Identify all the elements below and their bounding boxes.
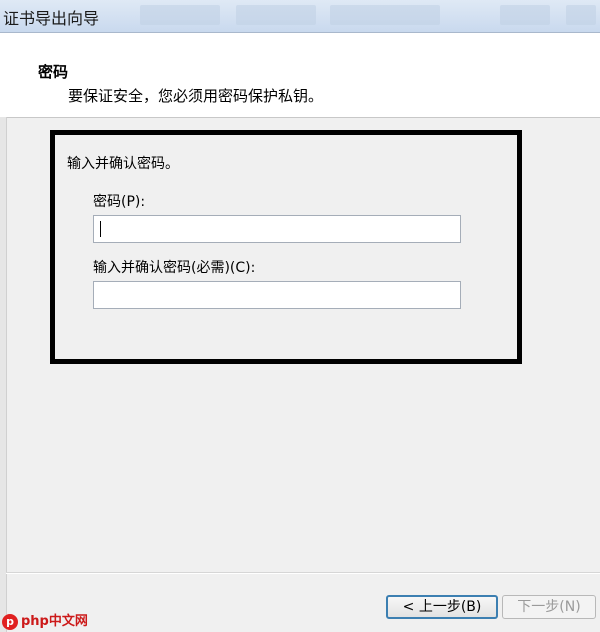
- page-subtitle: 要保证安全，您必须用密码保护私钥。: [68, 87, 324, 105]
- back-button[interactable]: < 上一步(B): [386, 595, 498, 619]
- background-tab-blur: [500, 5, 550, 25]
- background-tab-blur: [236, 5, 316, 25]
- text-caret: [100, 221, 101, 237]
- window-edge: [0, 117, 7, 632]
- php-logo-icon: p: [2, 613, 18, 630]
- watermark: p php中文网: [2, 610, 88, 630]
- next-button[interactable]: 下一步(N): [502, 595, 596, 619]
- window-title: 证书导出向导: [3, 9, 100, 28]
- background-tab-blur: [140, 5, 220, 25]
- page-title: 密码: [38, 63, 69, 81]
- password-label: 密码(P):: [93, 194, 146, 210]
- footer-separator: [6, 572, 600, 574]
- password-input[interactable]: [93, 215, 461, 243]
- background-tab-blur: [566, 5, 596, 25]
- instruction-text: 输入并确认密码。: [67, 156, 179, 172]
- highlight-frame: 输入并确认密码。 密码(P): 输入并确认密码(必需)(C):: [50, 130, 522, 364]
- wizard-header: 密码 要保证安全，您必须用密码保护私钥。: [0, 33, 600, 118]
- background-tab-blur: [330, 5, 440, 25]
- confirm-password-label: 输入并确认密码(必需)(C):: [93, 260, 256, 276]
- title-bar: 证书导出向导: [0, 0, 600, 33]
- confirm-password-input[interactable]: [93, 281, 461, 309]
